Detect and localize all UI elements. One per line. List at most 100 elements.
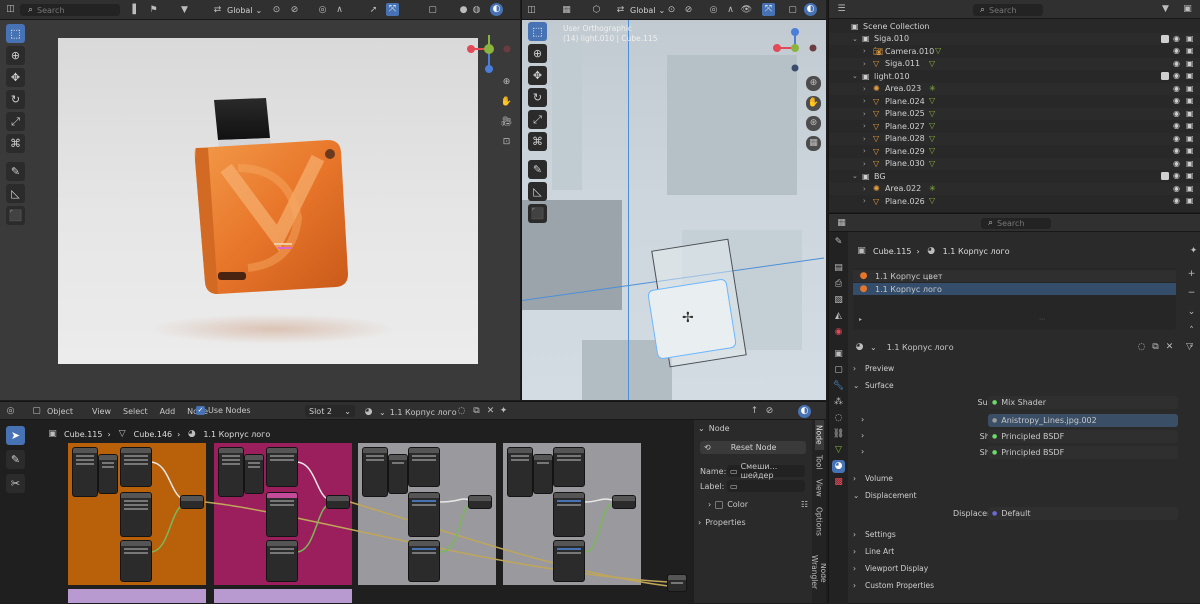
- tab-options[interactable]: Options: [815, 502, 824, 541]
- node[interactable]: [120, 492, 152, 537]
- render-camera-icon[interactable]: ▣: [1186, 59, 1194, 68]
- scale-tool-icon[interactable]: ⤢: [528, 110, 547, 129]
- visibility-eye-icon[interactable]: ◉: [1173, 159, 1180, 168]
- editor-type-icon[interactable]: ▦: [835, 217, 848, 230]
- output-tab-icon[interactable]: ⎙: [832, 278, 845, 291]
- add-cube-tool-icon[interactable]: ⬛: [6, 206, 25, 225]
- xray-icon[interactable]: ▢: [426, 4, 439, 17]
- visibility-eye-icon[interactable]: ◉: [1173, 134, 1180, 143]
- snap-icon[interactable]: ⊘: [682, 4, 695, 17]
- viewport-right[interactable]: ◫ ▦ ⬡ ⇄ Global ⌄ ⊙ ⊘ ◎ ∧ 👁︎ ⤧ ▢ ◐ ✢ User…: [521, 0, 826, 400]
- panel-line-art[interactable]: › Line Art: [853, 543, 1198, 560]
- properties-search[interactable]: ⌕ Search: [981, 218, 1051, 229]
- rotate-tool-icon[interactable]: ↻: [528, 88, 547, 107]
- render-camera-icon[interactable]: ▣: [1186, 46, 1194, 55]
- name-field[interactable]: ▭ Смеши... шейдер: [727, 462, 805, 480]
- outliner-item[interactable]: › ✺ Area.023 ✳ ◉ ▣: [829, 82, 1200, 95]
- node[interactable]: [180, 495, 204, 509]
- surface-row-field[interactable]: ● Principled BSDF: [988, 430, 1178, 443]
- move-tool-icon[interactable]: ✥: [6, 68, 25, 87]
- unlink-icon[interactable]: ✕: [1163, 341, 1176, 354]
- remove-slot-icon[interactable]: −: [1185, 287, 1198, 300]
- grid-icon[interactable]: ▦: [806, 136, 821, 151]
- node[interactable]: [326, 495, 350, 509]
- annotate-tool-icon[interactable]: ✎: [6, 162, 25, 181]
- pin-icon[interactable]: ▣: [855, 245, 868, 258]
- node[interactable]: [266, 540, 298, 582]
- collapsed-chevron-icon[interactable]: ›: [863, 135, 873, 143]
- node[interactable]: [388, 454, 408, 494]
- duplicate-icon[interactable]: ⧉: [1149, 341, 1162, 354]
- select-tool-icon[interactable]: ⬚: [528, 22, 547, 41]
- collapsed-chevron-icon[interactable]: ›: [863, 97, 873, 105]
- solid-shading-icon[interactable]: ●: [457, 4, 470, 17]
- properties-section[interactable]: › Properties: [698, 518, 808, 527]
- tab-view[interactable]: View: [815, 474, 824, 502]
- collection-tab-icon[interactable]: ▣: [832, 348, 845, 361]
- visibility-eye-icon[interactable]: ◉: [1173, 96, 1180, 105]
- editor-type-icon[interactable]: ◫: [525, 4, 538, 17]
- material-field[interactable]: 1.1 Корпус лого: [887, 343, 954, 352]
- slot-item-active[interactable]: ● 1.1 Корпус лого: [853, 283, 1176, 295]
- node[interactable]: [612, 495, 636, 509]
- collapsed-chevron-icon[interactable]: ›: [863, 47, 873, 55]
- add-cube-tool-icon[interactable]: ⬛: [528, 204, 547, 223]
- checkbox-icon[interactable]: [715, 500, 724, 509]
- node[interactable]: [553, 492, 585, 537]
- collapsed-chevron-icon[interactable]: ›: [863, 147, 873, 155]
- reset-node-button[interactable]: ⟲ Reset Node: [700, 441, 806, 454]
- outliner-item[interactable]: › 📷︎ Camera.010 ▽ ◉ ▣: [829, 45, 1200, 58]
- node[interactable]: [468, 495, 492, 509]
- resize-handle-icon[interactable]: ⋯: [1039, 316, 1045, 323]
- physics-tab-icon[interactable]: ◌: [832, 412, 845, 425]
- gizmo-icon[interactable]: ➚: [367, 4, 380, 17]
- particles-tab-icon[interactable]: ⁂: [832, 396, 845, 409]
- object-origin-icon[interactable]: ✢: [682, 310, 694, 326]
- visibility-eye-icon[interactable]: ◉: [1173, 59, 1180, 68]
- view-layer-tab-icon[interactable]: ▧: [832, 294, 845, 307]
- lock-icon[interactable]: ⊡: [500, 136, 513, 149]
- collection-checkbox-icon[interactable]: [1161, 72, 1169, 80]
- transform-tool-icon[interactable]: ⌘: [528, 132, 547, 151]
- editor-type-icon[interactable]: ☰: [835, 3, 848, 16]
- panel-custom-properties[interactable]: › Custom Properties: [853, 577, 1198, 594]
- overlay-icon[interactable]: ⤧: [386, 3, 399, 16]
- nav-gizmo[interactable]: [768, 26, 822, 76]
- shading-icon[interactable]: ◐: [804, 3, 817, 16]
- pin-toggle-icon[interactable]: ✦: [1187, 245, 1200, 258]
- world-tab-icon[interactable]: ◉: [832, 326, 845, 339]
- pivot-icon[interactable]: ⊙: [665, 4, 678, 17]
- render-tab-icon[interactable]: ▤: [832, 262, 845, 275]
- new-collection-icon[interactable]: ▣: [1181, 3, 1194, 16]
- visibility-eye-icon[interactable]: ◉: [1173, 71, 1180, 80]
- pivot-icon[interactable]: ⊙: [270, 4, 283, 17]
- visibility-eye-icon[interactable]: ◉: [1173, 46, 1180, 55]
- zoom-icon[interactable]: ⊕: [806, 76, 821, 91]
- visibility-eye-icon[interactable]: ◉: [1173, 84, 1180, 93]
- panel-displacement[interactable]: ⌄ Displacement: [853, 487, 1198, 504]
- collection-checkbox-icon[interactable]: [1161, 34, 1169, 43]
- xray-icon[interactable]: ▢: [786, 4, 799, 17]
- collapsed-chevron-icon[interactable]: ›: [861, 415, 864, 424]
- outliner-item[interactable]: ⌄ ▣ light.010 ◉ ▣: [829, 70, 1200, 83]
- node[interactable]: [533, 454, 553, 494]
- visibility-eye-icon[interactable]: ◉: [1173, 34, 1180, 43]
- viewport-left[interactable]: ◫ ⌕ Search ▐ ⚑ ▼ ⇄ Global ⌄ ⊙ ⊘ ◎ ∧ ➚ ⤧ …: [0, 0, 520, 400]
- mesh-icon[interactable]: ⬡: [590, 4, 603, 17]
- panel-settings[interactable]: › Settings: [853, 526, 1198, 543]
- expanded-chevron-icon[interactable]: ⌄: [852, 172, 862, 180]
- filter-icon[interactable]: ▼: [1159, 3, 1172, 16]
- collapsed-chevron-icon[interactable]: ›: [863, 185, 873, 193]
- render-camera-icon[interactable]: ▣: [1186, 34, 1194, 43]
- node[interactable]: [120, 540, 152, 582]
- falloff-icon[interactable]: ∧: [333, 4, 346, 17]
- move-tool-icon[interactable]: ✥: [528, 66, 547, 85]
- visibility-eye-icon[interactable]: ◉: [1173, 184, 1180, 193]
- node[interactable]: [218, 447, 244, 497]
- texture-tab-icon[interactable]: ▩: [832, 476, 845, 489]
- node[interactable]: [362, 447, 388, 497]
- data-tab-icon[interactable]: ▽: [832, 444, 845, 457]
- outliner-item[interactable]: › ✺ Area.022 ✳ ◉ ▣: [829, 182, 1200, 195]
- cursor-tool-icon[interactable]: ⊕: [6, 46, 25, 65]
- outliner-item[interactable]: › ▽ Plane.027 ▽ ◉ ▣: [829, 120, 1200, 133]
